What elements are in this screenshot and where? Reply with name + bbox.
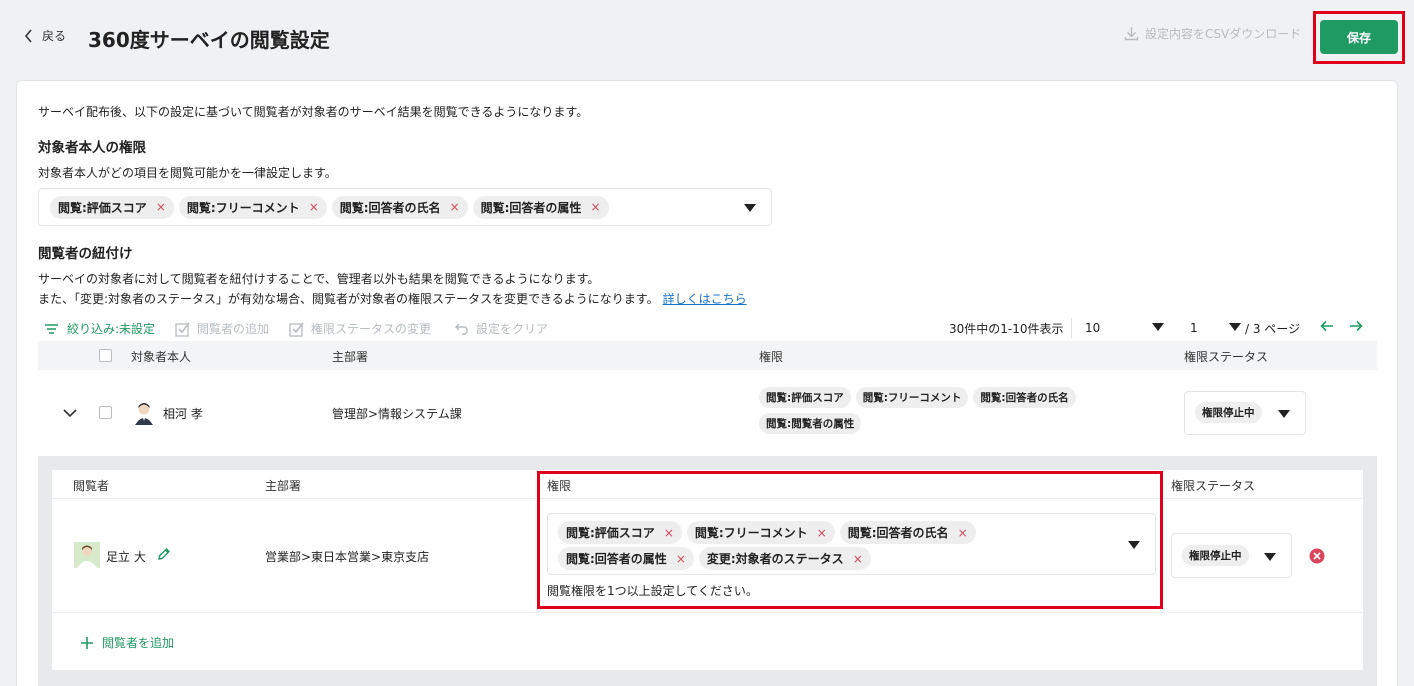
permission-chip: 閲覧:評価スコア × bbox=[50, 195, 174, 219]
viewer-status-select[interactable]: 権限停止中 bbox=[1171, 533, 1292, 578]
prev-page-button[interactable] bbox=[1320, 320, 1334, 335]
viewer-name: 足立 大 bbox=[106, 550, 146, 564]
column-header: 閲覧者 bbox=[73, 479, 110, 493]
permission-error-message: 閲覧権限を1つ以上設定してください。 bbox=[547, 584, 758, 598]
checkbox-icon bbox=[289, 322, 304, 337]
permission-chip: 閲覧:評価スコア bbox=[759, 387, 851, 408]
change-status-toolbar-button[interactable]: 権限ステータスの変更 bbox=[289, 320, 431, 337]
avatar bbox=[133, 401, 155, 425]
plus-icon bbox=[81, 636, 93, 649]
caret-down-icon bbox=[1229, 323, 1241, 331]
page-title: 360度サーベイの閲覧設定 bbox=[88, 28, 330, 52]
chevron-down-icon bbox=[63, 409, 77, 418]
status-badge: 権限停止中 bbox=[1182, 545, 1249, 566]
self-permission-select[interactable]: 閲覧:評価スコア × 閲覧:フリーコメント × 閲覧:回答者の氏名 × 閲覧:回答者の… bbox=[38, 188, 772, 226]
caret-down-icon[interactable] bbox=[744, 204, 756, 212]
add-viewer-toolbar-button[interactable]: 閲覧者の追加 bbox=[175, 320, 269, 337]
details-link[interactable]: 詳しくはこちら bbox=[663, 292, 747, 306]
self-permission-heading: 対象者本人の権限 bbox=[38, 140, 146, 156]
add-viewer-button[interactable]: 閲覧者を追加 bbox=[80, 634, 174, 651]
undo-icon bbox=[455, 323, 468, 335]
arrow-right-icon bbox=[1350, 320, 1363, 332]
arrow-left-icon bbox=[1320, 320, 1333, 332]
remove-icon[interactable]: × bbox=[817, 526, 827, 540]
remove-circle-icon bbox=[1309, 548, 1325, 564]
remove-icon[interactable]: × bbox=[853, 552, 863, 566]
remove-icon[interactable]: × bbox=[309, 200, 319, 214]
remove-icon[interactable]: × bbox=[664, 526, 674, 540]
permission-chip: 閲覧:フリーコメント bbox=[855, 387, 969, 408]
table-header bbox=[38, 341, 1377, 370]
range-text: 30件中の1-10件表示 bbox=[949, 322, 1064, 336]
page-select[interactable]: 1 bbox=[1183, 314, 1243, 340]
csv-download-label: 設定内容をCSVダウンロード bbox=[1145, 27, 1302, 41]
column-header: 権限ステータス bbox=[1184, 350, 1269, 364]
caret-down-icon[interactable] bbox=[1128, 541, 1140, 549]
permission-chip: 閲覧:回答者の属性 × bbox=[558, 547, 694, 570]
column-header: 対象者本人 bbox=[131, 350, 192, 364]
permission-chip: 閲覧:フリーコメント × bbox=[178, 195, 327, 219]
per-page-select[interactable]: 10 bbox=[1078, 314, 1170, 340]
column-header: 権限 bbox=[759, 350, 784, 364]
csv-download-button[interactable]: 設定内容をCSVダウンロード bbox=[1124, 25, 1301, 42]
viewer-permission-select[interactable]: 閲覧:評価スコア × 閲覧:フリーコメント × 閲覧:回答者の氏名 × 閲覧:回答者の属性… bbox=[547, 513, 1156, 575]
viewer-department: 営業部>東日本営業>東京支店 bbox=[265, 550, 430, 564]
remove-viewer-button[interactable] bbox=[1309, 548, 1325, 567]
caret-down-icon bbox=[1264, 553, 1276, 561]
select-all-checkbox[interactable] bbox=[99, 349, 112, 362]
viewer-link-description-1: サーベイの対象者に対して閲覧者を紐付けすることで、管理者以外も結果を閲覧できるよ… bbox=[38, 272, 600, 286]
viewer-avatar bbox=[74, 542, 100, 568]
caret-down-icon bbox=[1152, 323, 1164, 331]
status-select[interactable]: 権限停止中 bbox=[1184, 391, 1306, 435]
column-header: 主部署 bbox=[332, 350, 369, 364]
edit-viewer-button[interactable] bbox=[157, 547, 171, 564]
column-header: 権限ステータス bbox=[1171, 479, 1256, 493]
viewer-link-description-2: また、「変更:対象者のステータス」が有効な場合、閲覧者が対象者の権限ステータスを… bbox=[38, 292, 747, 306]
subject-department: 管理部>情報システム課 bbox=[332, 407, 462, 421]
save-button[interactable]: 保存 bbox=[1320, 20, 1398, 54]
download-icon bbox=[1124, 27, 1139, 41]
expand-row-button[interactable] bbox=[63, 407, 77, 421]
chevron-left-icon bbox=[24, 28, 32, 43]
permission-chip: 閲覧:回答者の氏名 × bbox=[331, 195, 468, 219]
permission-chip: 閲覧:回答者の氏名 bbox=[973, 387, 1076, 408]
row-checkbox[interactable] bbox=[99, 406, 112, 419]
checkbox-icon bbox=[175, 322, 190, 337]
permission-chip: 変更:対象者のステータス × bbox=[698, 547, 871, 570]
permission-chip: 閲覧:評価スコア × bbox=[558, 521, 682, 544]
page-total: / 3 ページ bbox=[1245, 322, 1301, 336]
back-label: 戻る bbox=[42, 29, 67, 43]
clear-settings-button[interactable]: 設定をクリア bbox=[455, 320, 548, 337]
pencil-icon bbox=[158, 548, 170, 560]
intro-text: サーベイ配布後、以下の設定に基づいて閲覧者が対象者のサーベイ結果を閲覧できるよう… bbox=[38, 105, 589, 119]
remove-icon[interactable]: × bbox=[156, 200, 166, 214]
self-permission-description: 対象者本人がどの項目を閲覧可能かを一律設定します。 bbox=[38, 166, 337, 180]
remove-icon[interactable]: × bbox=[676, 552, 686, 566]
caret-down-icon bbox=[1278, 410, 1290, 418]
filter-icon bbox=[45, 323, 58, 334]
table-row bbox=[38, 370, 1377, 456]
back-button[interactable]: 戻る bbox=[24, 27, 66, 44]
permission-chip: 閲覧:閲覧者の属性 bbox=[759, 413, 862, 434]
viewer-link-heading: 閲覧者の紐付け bbox=[38, 246, 133, 262]
remove-icon[interactable]: × bbox=[450, 200, 460, 214]
next-page-button[interactable] bbox=[1349, 320, 1363, 335]
permission-chip: 閲覧:回答者の属性 × bbox=[472, 195, 609, 219]
status-badge: 権限停止中 bbox=[1195, 402, 1262, 423]
subject-name: 相河 孝 bbox=[163, 407, 203, 421]
permission-chip: 閲覧:フリーコメント × bbox=[686, 521, 835, 544]
permission-chip: 閲覧:回答者の氏名 × bbox=[839, 521, 976, 544]
row-permission-chips: 閲覧:評価スコア 閲覧:フリーコメント 閲覧:回答者の氏名 閲覧:閲覧者の属性 bbox=[759, 387, 1159, 434]
column-header: 主部署 bbox=[265, 479, 302, 493]
remove-icon[interactable]: × bbox=[590, 200, 600, 214]
filter-button[interactable]: 絞り込み:未設定 bbox=[44, 320, 155, 337]
remove-icon[interactable]: × bbox=[958, 526, 968, 540]
